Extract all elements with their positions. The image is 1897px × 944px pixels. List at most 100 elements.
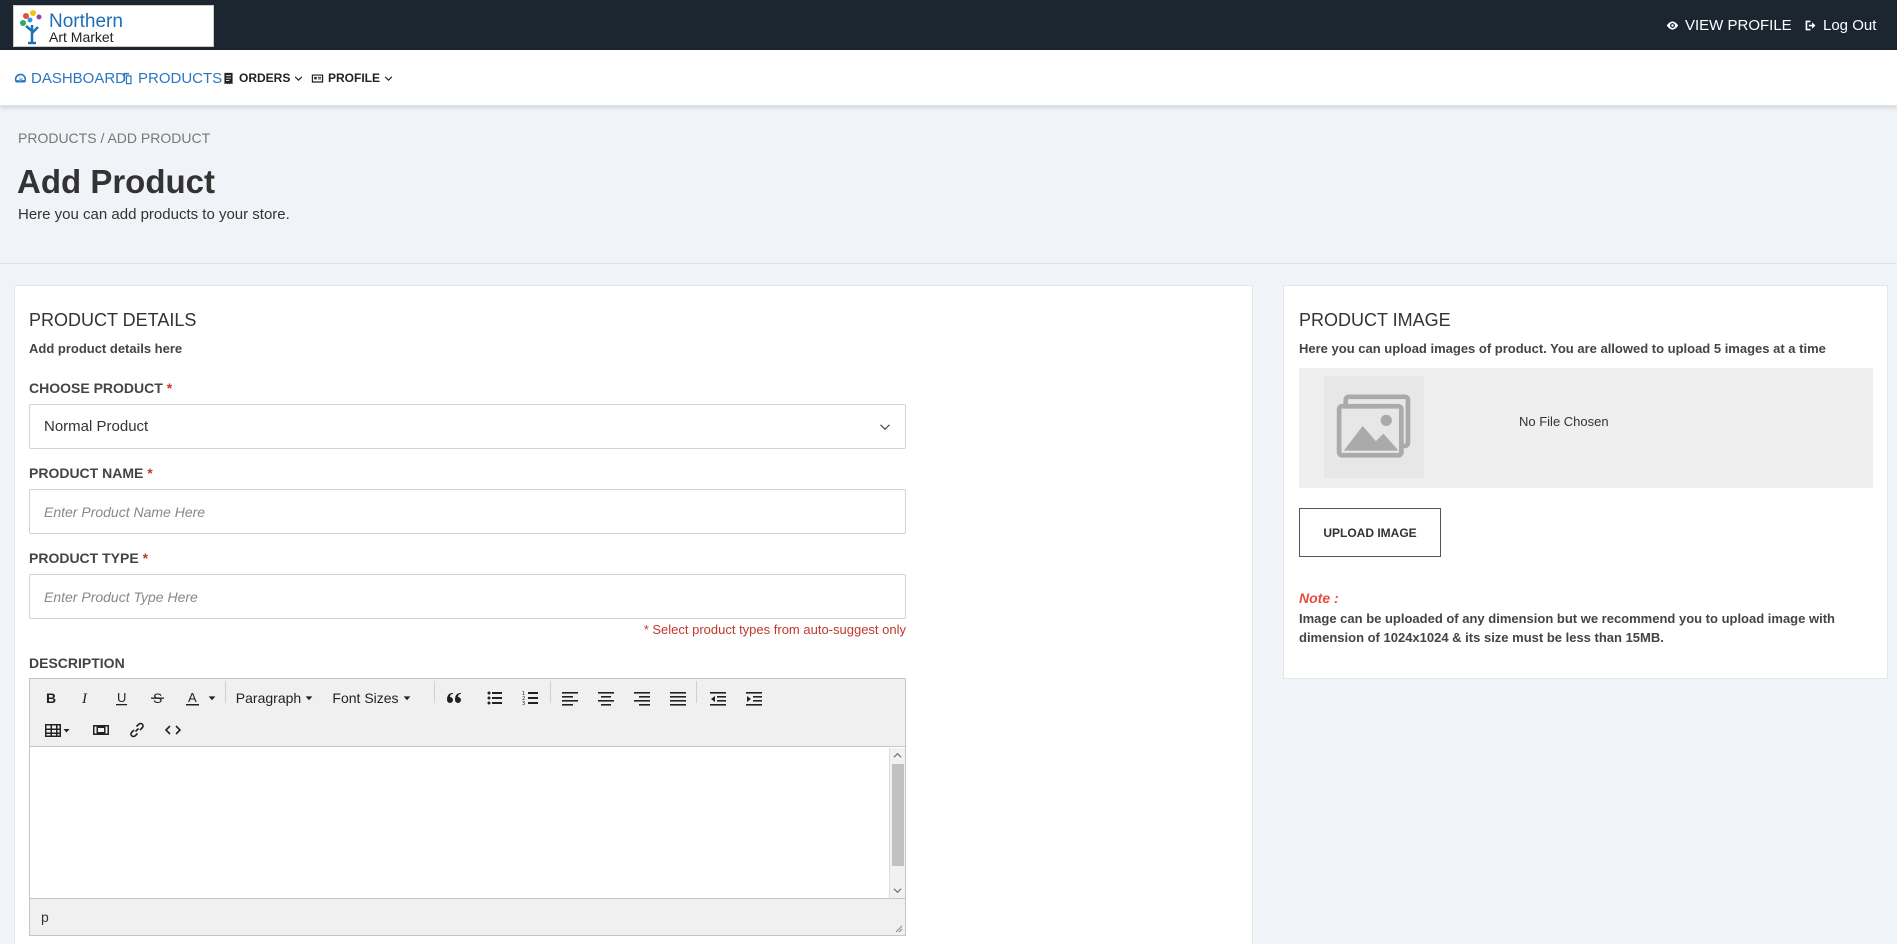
numbered-list-button[interactable]: 123 — [518, 685, 544, 711]
nav-profile[interactable]: PROFILE — [311, 50, 393, 106]
caret-down-icon — [403, 696, 410, 701]
bold-button[interactable]: B — [38, 685, 64, 711]
editor-scrollbar[interactable] — [889, 748, 905, 898]
editor-status-bar: p — [30, 898, 905, 935]
upload-image-button[interactable]: UPLOAD IMAGE — [1299, 508, 1441, 557]
required-mark: * — [166, 380, 173, 396]
product-type-hint: * Select product types from auto-suggest… — [643, 622, 906, 637]
product-type-hint-row: * Select product types from auto-suggest… — [29, 622, 906, 640]
bold-icon: B — [46, 690, 56, 706]
description-label: DESCRIPTION — [29, 655, 125, 671]
logout-link[interactable]: Log Out — [1804, 0, 1876, 50]
source-code-button[interactable] — [160, 717, 186, 743]
caret-down-icon — [305, 696, 313, 701]
paragraph-label: Paragraph — [235, 690, 302, 706]
align-center-button[interactable] — [593, 685, 619, 711]
font-sizes-dropdown[interactable]: Font Sizes — [330, 685, 414, 711]
toolbar-separator — [225, 681, 226, 703]
image-drop-zone[interactable]: No File Chosen — [1299, 368, 1873, 488]
product-type-label-text: PRODUCT TYPE — [29, 550, 139, 566]
caret-down-icon — [63, 728, 69, 732]
text-color-button[interactable]: A — [180, 685, 206, 711]
italic-icon: I — [81, 691, 88, 707]
bullet-list-button[interactable] — [482, 685, 508, 711]
indent-button[interactable] — [741, 685, 767, 711]
nav-bar: DASHBOARD PRODUCTS ORDERS PROFILE — [0, 50, 1897, 106]
paragraph-dropdown[interactable]: Paragraph — [233, 685, 317, 711]
bullet-list-icon — [487, 691, 502, 705]
receipt-icon — [224, 72, 233, 84]
svg-text:3: 3 — [522, 701, 525, 707]
choose-product-value: Normal Product — [44, 418, 149, 435]
link-icon — [130, 722, 144, 738]
scrollbar-thumb[interactable] — [892, 764, 904, 866]
italic-button[interactable]: I — [73, 685, 99, 711]
logo-name-line2: Art Market — [49, 29, 114, 45]
nav-orders[interactable]: ORDERS — [222, 50, 303, 106]
required-mark: * — [147, 465, 153, 481]
nav-products[interactable]: PRODUCTS — [121, 50, 222, 106]
link-button[interactable] — [124, 717, 150, 743]
chevron-down-icon — [295, 75, 303, 81]
eye-icon — [1666, 20, 1679, 30]
choose-product-label-text: CHOOSE PRODUCT — [29, 380, 163, 396]
logout-label: Log Out — [1823, 16, 1877, 34]
header-divider — [0, 263, 1897, 264]
nav-products-label: PRODUCTS — [138, 69, 223, 87]
nav-dashboard[interactable]: DASHBOARD — [14, 50, 126, 106]
product-name-input[interactable]: Enter Product Name Here — [29, 489, 906, 534]
align-center-icon — [598, 692, 614, 706]
image-card-title: PRODUCT IMAGE — [1299, 310, 1451, 330]
font-sizes-label: Font Sizes — [332, 690, 399, 706]
copy-icon — [123, 72, 132, 84]
nav-profile-label: PROFILE — [328, 71, 381, 85]
strikethrough-button[interactable]: S — [145, 685, 171, 711]
underline-button[interactable]: U — [109, 685, 135, 711]
image-icon — [1336, 394, 1411, 458]
note-label: Note : — [1299, 590, 1339, 606]
page-subtitle: Here you can add products to your store. — [18, 206, 290, 223]
caret-down-icon — [208, 696, 216, 701]
logo-tree-icon — [20, 10, 42, 45]
card-title: PRODUCT DETAILS — [29, 310, 197, 330]
card-subtitle: Add product details here — [29, 341, 183, 356]
resize-handle-icon[interactable] — [893, 923, 903, 933]
logo[interactable]: Northern Art Market — [13, 5, 214, 47]
blockquote-button[interactable] — [441, 685, 467, 711]
top-bar: Northern Art Market VIEW PROFILE Log Out — [0, 0, 1897, 50]
align-justify-button[interactable] — [665, 685, 691, 711]
required-mark: * — [142, 550, 149, 566]
element-path[interactable]: p — [41, 909, 49, 925]
outdent-button[interactable] — [705, 685, 731, 711]
table-icon — [44, 724, 61, 737]
underline-icon: U — [116, 690, 127, 706]
editor-text-area[interactable] — [30, 748, 905, 898]
image-card-subtitle: Here you can upload images of product. Y… — [1299, 341, 1826, 356]
align-left-button[interactable] — [557, 685, 583, 711]
align-right-button[interactable] — [629, 685, 655, 711]
numbered-list-icon: 123 — [522, 691, 538, 707]
product-type-label: PRODUCT TYPE * — [29, 550, 148, 566]
strikethrough-icon: S — [151, 690, 164, 706]
film-icon — [93, 725, 109, 735]
choose-product-select[interactable]: Normal Product — [29, 404, 906, 449]
sign-out-icon — [1805, 20, 1816, 30]
product-type-input[interactable]: Enter Product Type Here — [29, 574, 906, 619]
quote-icon — [447, 693, 461, 703]
outdent-icon — [710, 692, 726, 706]
image-placeholder — [1324, 376, 1424, 478]
indent-icon — [746, 692, 762, 706]
text-color-dropdown[interactable] — [205, 685, 219, 711]
editor-toolbar: B I U S A Paragraph Font Sizes 1 2 3 — [30, 679, 905, 747]
scroll-down-icon[interactable] — [893, 886, 902, 895]
scroll-up-icon[interactable] — [893, 751, 902, 760]
choose-product-label: CHOOSE PRODUCT * — [29, 380, 172, 396]
view-profile-link[interactable]: VIEW PROFILE — [1666, 0, 1792, 50]
align-right-icon — [634, 692, 650, 706]
dashboard-icon — [14, 73, 27, 82]
breadcrumb[interactable]: PRODUCTS / ADD PRODUCT — [18, 130, 210, 146]
table-button[interactable] — [41, 717, 73, 743]
product-name-label: PRODUCT NAME * — [29, 465, 153, 481]
view-profile-label: VIEW PROFILE — [1685, 16, 1792, 34]
media-button[interactable] — [88, 717, 114, 743]
